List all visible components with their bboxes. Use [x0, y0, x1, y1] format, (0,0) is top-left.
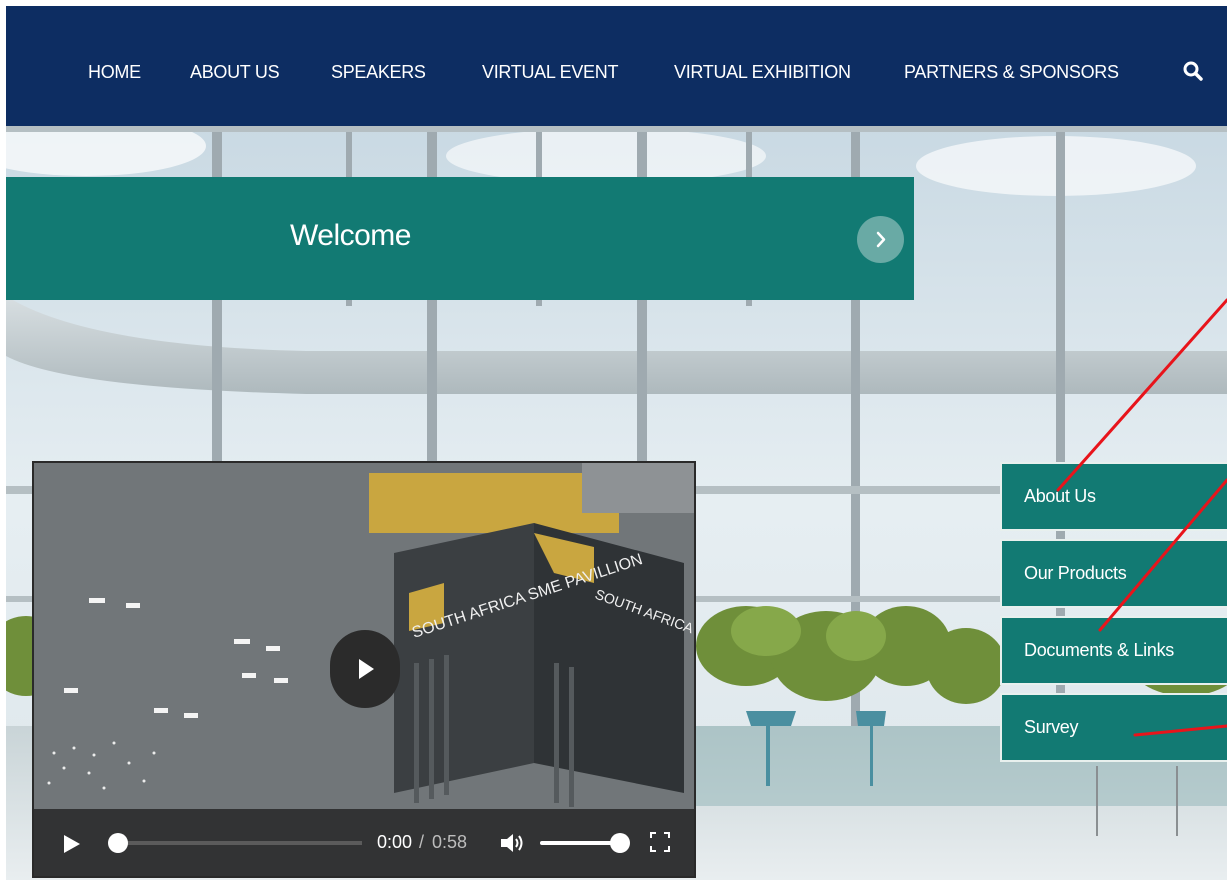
volume-icon[interactable] [499, 831, 525, 855]
nav-about-us[interactable]: ABOUT US [190, 62, 280, 83]
nav-home[interactable]: HOME [88, 62, 141, 83]
video-total-time: 0:58 [432, 832, 468, 852]
side-menu-label: Our Products [1024, 563, 1127, 583]
side-menu-our-products[interactable]: Our Products [1000, 539, 1227, 608]
page: HOME ABOUT US SPEAKERS VIRTUAL EVENT VIR… [0, 0, 1227, 880]
play-icon [359, 659, 374, 679]
nav-partners-sponsors[interactable]: PARTNERS & SPONSORS [904, 62, 1119, 83]
welcome-banner: Welcome [6, 177, 914, 300]
play-icon[interactable] [62, 833, 82, 855]
side-menu-about-us[interactable]: About Us [1000, 462, 1227, 531]
volume-slider[interactable] [536, 829, 631, 857]
video-current-time: 0:00 [377, 832, 413, 852]
video-controls: 0:00 / 0:58 [34, 809, 694, 876]
welcome-next-button[interactable] [857, 216, 904, 263]
top-navigation: HOME ABOUT US SPEAKERS VIRTUAL EVENT VIR… [6, 6, 1227, 126]
video-progress-slider[interactable] [104, 829, 364, 857]
video-big-play-button[interactable] [330, 630, 400, 708]
fullscreen-icon[interactable] [649, 831, 671, 853]
nav-virtual-exhibition[interactable]: VIRTUAL EXHIBITION [674, 62, 851, 83]
nav-virtual-event[interactable]: VIRTUAL EVENT [482, 62, 618, 83]
side-menu-label: About Us [1024, 486, 1096, 506]
side-menu-label: Survey [1024, 717, 1079, 737]
side-menu-survey[interactable]: Survey [1000, 693, 1227, 762]
side-menu-label: Documents & Links [1024, 640, 1174, 660]
video-time-separator: / [419, 832, 425, 852]
side-menu-documents-links[interactable]: Documents & Links [1000, 616, 1227, 685]
search-icon[interactable] [1182, 60, 1204, 82]
video-player[interactable]: SOUTH AFRICA SME PAVILLION SOUTH AFRICA … [32, 461, 696, 878]
chevron-right-icon [876, 231, 886, 248]
welcome-title: Welcome [290, 219, 411, 252]
nav-speakers[interactable]: SPEAKERS [331, 62, 426, 83]
